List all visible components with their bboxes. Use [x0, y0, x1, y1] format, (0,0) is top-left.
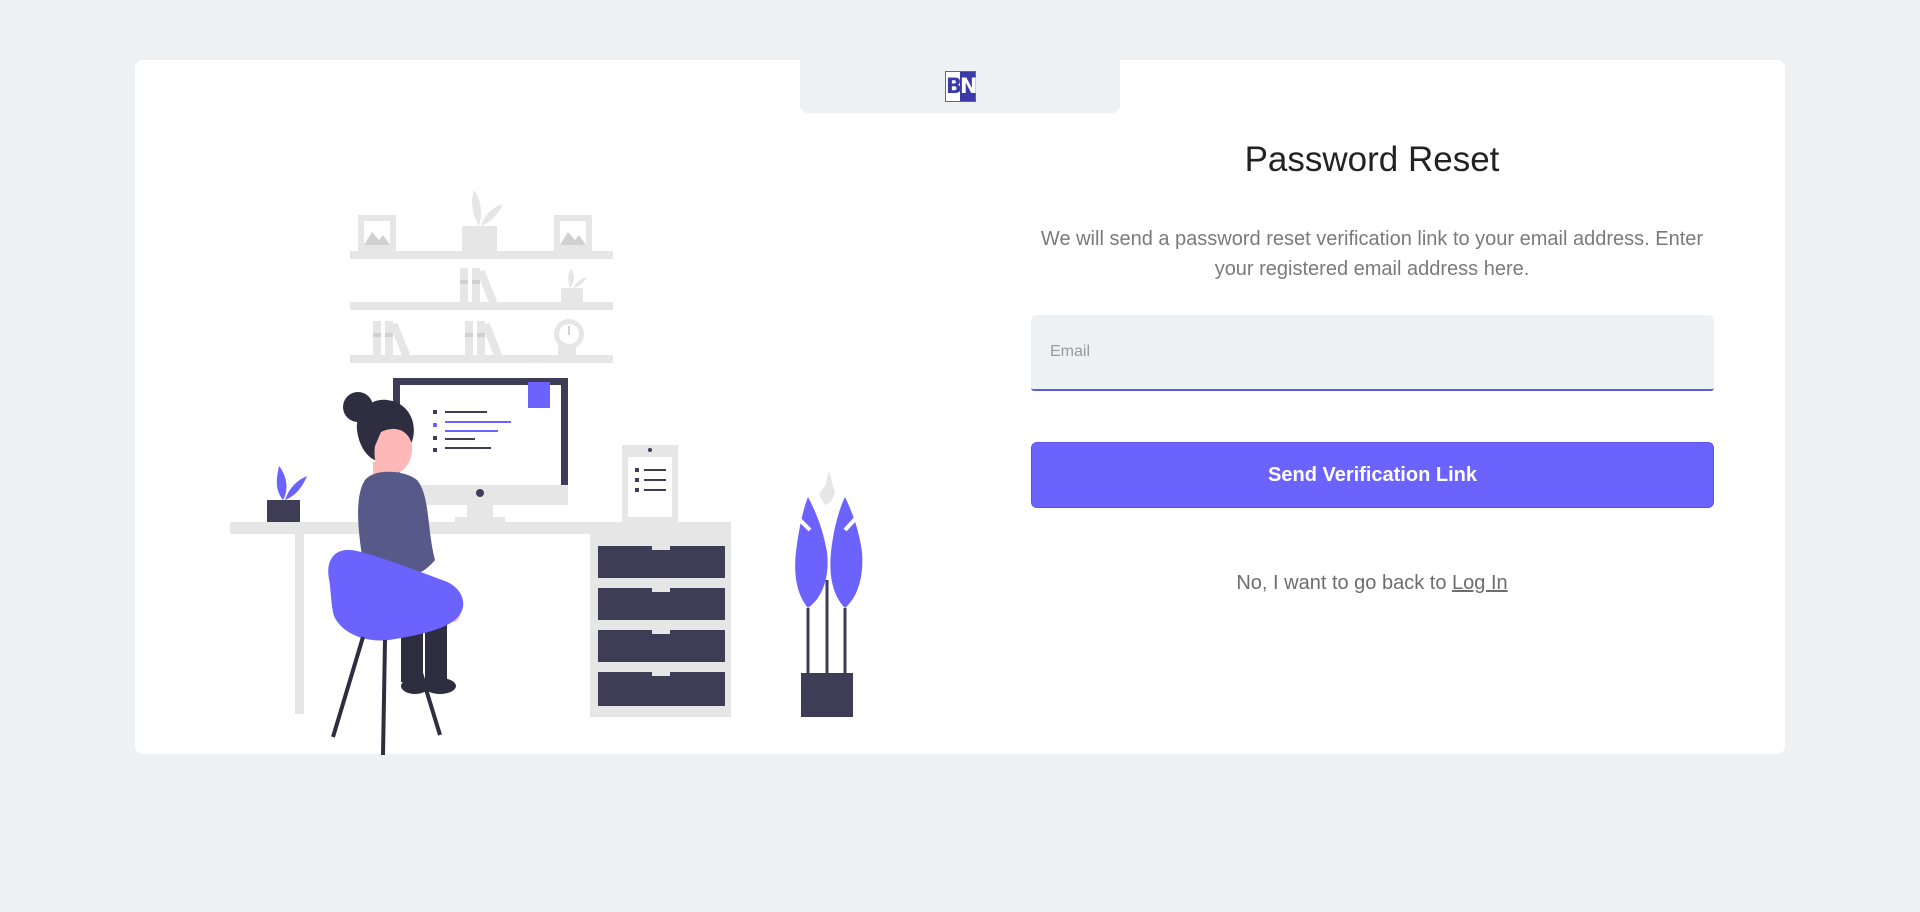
- brand-logo[interactable]: B N: [945, 71, 978, 102]
- email-field[interactable]: [1031, 315, 1714, 391]
- workspace-illustration: [230, 190, 863, 756]
- logo-letter-b: B: [946, 74, 963, 98]
- email-input[interactable]: [1031, 315, 1714, 389]
- floor-plant: [795, 470, 863, 717]
- logo-tab: B N: [800, 60, 1120, 113]
- send-verification-link-button[interactable]: Send Verification Link: [1031, 442, 1714, 508]
- desk-plant: [267, 466, 307, 522]
- login-link[interactable]: Log In: [1452, 572, 1508, 594]
- logo-letter-n: N: [960, 72, 978, 101]
- reset-instructions: We will send a password reset verificati…: [1040, 228, 1704, 280]
- page-title: Password Reset: [1244, 140, 1500, 179]
- back-prefix: No, I want to go back to: [1236, 572, 1453, 594]
- tablet: [622, 445, 678, 523]
- back-to-login-text: No, I want to go back to Log In: [1031, 572, 1713, 595]
